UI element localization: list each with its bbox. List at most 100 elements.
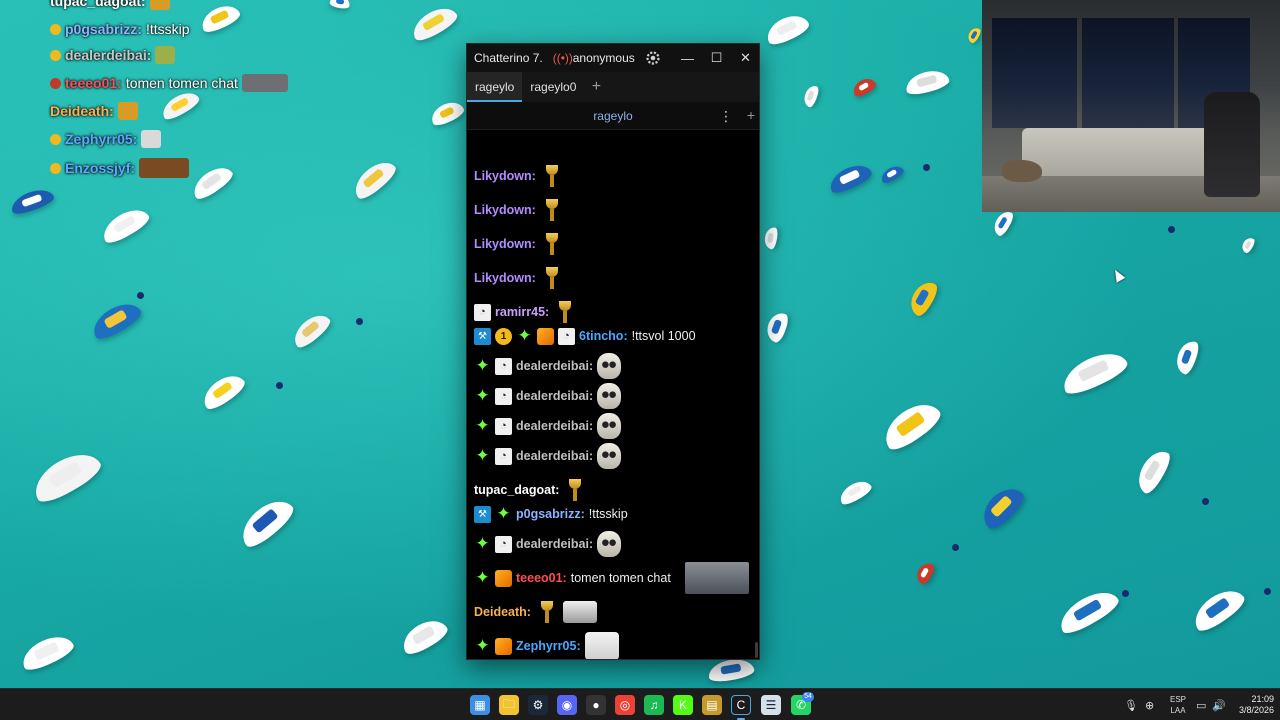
face-badge-icon[interactable]: ◔ — [474, 303, 491, 321]
maximize-button[interactable]: ☐ — [702, 44, 731, 72]
scrollbar-thumb[interactable] — [755, 642, 758, 658]
steam-icon[interactable]: ⚙ — [528, 695, 548, 715]
chat-message[interactable]: Deideath: — [474, 600, 597, 624]
network-icon[interactable]: ⊕ — [1145, 689, 1154, 720]
chatterino-window[interactable]: Chatterino 7. ((•)) anonymous — ☐ ✕ rage… — [466, 43, 760, 660]
chat-messages[interactable]: Likydown: Likydown: Likydown: Likydown: ◔ ram… — [467, 130, 759, 659]
cat-emote-icon[interactable] — [584, 632, 619, 659]
face-badge-icon[interactable]: ◔ — [495, 357, 512, 375]
chat-username[interactable]: tupac_dagoat: — [474, 483, 559, 497]
chat-message[interactable]: tupac_dagoat: — [474, 478, 587, 502]
vip-badge-icon[interactable]: ✦ — [474, 416, 491, 435]
face-badge-icon[interactable]: ◔ — [495, 447, 512, 465]
chat-username[interactable]: dealerdeibai: — [516, 537, 593, 551]
face-badge-icon[interactable]: ◔ — [495, 535, 512, 553]
chat-username[interactable]: Deideath: — [474, 605, 531, 619]
add-split-button[interactable]: + — [747, 107, 755, 123]
split-header[interactable]: rageylo ⋮ + — [467, 102, 759, 130]
kick-icon[interactable]: K — [673, 695, 693, 715]
minimize-button[interactable]: — — [673, 44, 702, 72]
chat-username[interactable]: dealerdeibai: — [516, 449, 593, 463]
more-options-icon[interactable]: ⋮ — [719, 108, 733, 125]
trophy-emote-icon[interactable] — [563, 477, 587, 503]
cube-badge-icon[interactable] — [495, 637, 512, 655]
vip-badge-icon[interactable]: ✦ — [474, 636, 491, 655]
language-indicator[interactable]: ESP LAA — [1166, 694, 1190, 716]
chat-username[interactable]: dealerdeibai: — [516, 419, 593, 433]
chat-message[interactable]: ✦ teeeo01: tomen tomen chat — [474, 562, 749, 594]
chat-username[interactable]: p0gsabrizz: — [516, 507, 585, 521]
chat-username[interactable]: ramirr45: — [495, 305, 549, 319]
vip-badge-icon[interactable]: ✦ — [474, 446, 491, 465]
chatterino-icon[interactable]: C — [731, 695, 751, 715]
chat-username[interactable]: Likydown: — [474, 169, 536, 183]
app-icon[interactable]: ▤ — [702, 695, 722, 715]
chat-message[interactable]: ✦ ◔ dealerdeibai: — [474, 353, 622, 379]
file-explorer-icon[interactable]: 🗀 — [499, 695, 519, 715]
split-channel-name[interactable]: rageylo — [593, 109, 632, 123]
chat-message[interactable]: ✦ Zephyrr05: — [474, 632, 619, 659]
display-icon[interactable]: ▭ — [1196, 689, 1206, 720]
stream-live-icon[interactable]: ((•)) — [553, 51, 573, 65]
ship-emote-icon[interactable] — [562, 601, 597, 623]
account-name[interactable]: anonymous — [573, 51, 635, 65]
face-badge-icon[interactable]: ◔ — [558, 327, 575, 345]
chat-message[interactable]: Likydown: — [474, 232, 564, 256]
trophy-emote-icon[interactable] — [540, 231, 564, 257]
chat-username[interactable]: 6tincho: — [579, 329, 628, 343]
mod-badge-icon[interactable]: ⚒ — [474, 327, 491, 345]
close-button[interactable]: ✕ — [731, 44, 759, 72]
obs-icon[interactable]: ● — [586, 695, 606, 715]
vip-badge-icon[interactable]: ✦ — [474, 534, 491, 553]
chat-message[interactable]: ◔ ramirr45: — [474, 300, 577, 324]
jet-image-emote[interactable] — [684, 562, 749, 594]
skull-emote-icon[interactable] — [597, 443, 622, 469]
face-badge-icon[interactable]: ◔ — [495, 417, 512, 435]
vip-badge-icon[interactable]: ✦ — [474, 568, 491, 587]
trophy-emote-icon[interactable] — [535, 599, 559, 625]
chat-username[interactable]: Likydown: — [474, 271, 536, 285]
microphone-icon[interactable]: 🎙 — [1124, 689, 1138, 720]
chat-username[interactable]: Likydown: — [474, 237, 536, 251]
chat-message[interactable]: ⚒ 1 ✦ ◔ 6tincho: !ttsvol 1000 — [474, 326, 696, 346]
chat-message[interactable]: ⚒ ✦ p0gsabrizz: !ttsskip — [474, 504, 628, 524]
chat-message[interactable]: ✦ ◔ dealerdeibai: — [474, 413, 622, 439]
sub-badge-icon[interactable]: 1 — [495, 327, 512, 345]
trophy-emote-icon[interactable] — [540, 197, 564, 223]
vip-badge-icon[interactable]: ✦ — [474, 386, 491, 405]
volume-icon[interactable]: 🔊 — [1212, 689, 1226, 720]
spotify-icon[interactable]: ♫ — [644, 695, 664, 715]
add-tab-button[interactable]: + — [584, 72, 608, 102]
vip-badge-icon[interactable]: ✦ — [495, 504, 512, 523]
chat-message[interactable]: ✦ ◔ dealerdeibai: — [474, 531, 622, 557]
discord-icon[interactable]: ◉ — [557, 695, 577, 715]
cube-badge-icon[interactable] — [495, 569, 512, 587]
skull-emote-icon[interactable] — [597, 413, 622, 439]
chat-message[interactable]: Likydown: — [474, 164, 564, 188]
tab-rageylo[interactable]: rageylo — [467, 72, 523, 102]
vip-badge-icon[interactable]: ✦ — [516, 326, 533, 345]
chat-username[interactable]: Zephyrr05: — [516, 639, 581, 653]
chat-username[interactable]: teeeo01: — [516, 571, 567, 585]
chat-message[interactable]: ✦ ◔ dealerdeibai: — [474, 443, 622, 469]
gear-icon[interactable] — [645, 50, 661, 66]
cube-badge-icon[interactable] — [537, 327, 554, 345]
chat-username[interactable]: Likydown: — [474, 203, 536, 217]
chat-username[interactable]: dealerdeibai: — [516, 359, 593, 373]
title-bar[interactable]: Chatterino 7. ((•)) anonymous — ☐ ✕ — [467, 44, 759, 72]
start-icon[interactable]: ▦ — [470, 695, 490, 715]
chrome-icon[interactable]: ◎ — [615, 695, 635, 715]
mod-badge-icon[interactable]: ⚒ — [474, 505, 491, 523]
trophy-emote-icon[interactable] — [540, 163, 564, 189]
notepad-icon[interactable]: ☰ — [761, 695, 781, 715]
chat-message[interactable]: Likydown: — [474, 266, 564, 290]
trophy-emote-icon[interactable] — [540, 265, 564, 291]
skull-emote-icon[interactable] — [597, 531, 622, 557]
chat-username[interactable]: dealerdeibai: — [516, 389, 593, 403]
chat-message[interactable]: Likydown: — [474, 198, 564, 222]
vip-badge-icon[interactable]: ✦ — [474, 356, 491, 375]
face-badge-icon[interactable]: ◔ — [495, 387, 512, 405]
tab-rageylo0[interactable]: rageylo0 — [522, 72, 584, 102]
clock[interactable]: 21:09 3/8/2026 — [1230, 694, 1274, 716]
trophy-emote-icon[interactable] — [553, 299, 577, 325]
